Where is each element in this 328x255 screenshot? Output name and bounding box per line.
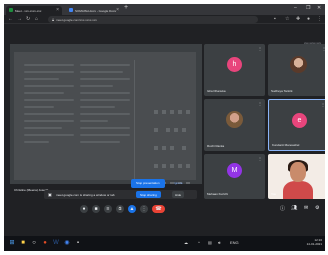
file-explorer-icon[interactable]: ■ [19,239,27,247]
browser-tab-bar: Meet - xxx-xxxx-xxx × SOMAISH.docx - Goo… [4,4,325,15]
people-icon[interactable]: 👥︎ [291,205,297,211]
document-table [152,102,196,184]
camera-feed [290,162,306,182]
participant-tile[interactable]: ⋮ M Mehaan Kurtchi [204,154,265,199]
windows-taskbar: ⊞ ■ ○ ● W ◉ ▪ ☁︎ ^ ▤ 🔊︎ ENG 12:16 14-01-… [4,236,325,251]
sharing-message: meet.google.com is sharing a window or t… [56,193,115,197]
tab-docs[interactable]: SOMAISH.docx - Google Docs × [66,6,122,15]
language-indicator[interactable]: ENG [230,240,239,245]
participant-name: Mehaan Kurtchi [207,192,229,196]
stop-presentation-button[interactable]: Stop presentation [131,179,165,188]
participant-name: Ruchi Ranka [207,144,225,148]
avatar: e [292,113,307,128]
mic-icon[interactable]: ● [80,205,88,213]
chat-icon[interactable]: ✉︎ [304,205,308,211]
presentation-view [10,44,202,184]
close-window-button[interactable]: ✕ [317,5,321,11]
camera-indicator-icon[interactable]: ▪ [274,16,276,22]
volume-icon[interactable]: 🔊︎ [218,240,221,245]
document-column [80,64,130,174]
back-icon[interactable]: ← [8,16,13,22]
bookmark-star-icon[interactable]: ☆ [285,16,289,22]
shared-document [14,52,196,184]
captions-icon[interactable]: ≡ [104,205,112,213]
lock-icon: 🔒︎ [52,17,55,22]
share-screen-icon: ▣ [48,192,52,197]
meet-favicon-icon [9,8,13,12]
more-options-icon[interactable]: ⋮ [258,156,262,161]
more-options-icon[interactable]: ⋮ [322,46,325,51]
start-icon[interactable]: ⊞ [8,239,16,247]
ignore-button[interactable]: Ignore [174,181,183,185]
app-icon[interactable]: ● [41,239,49,247]
app-icon[interactable]: ▪ [74,239,82,247]
avatar [290,56,307,73]
page-divider [134,60,135,184]
reload-icon[interactable]: ↻ [26,16,30,22]
participant-name: Kundanti Manoashel [272,143,300,147]
extensions-icon[interactable]: ✚ [296,16,300,22]
participant-tile[interactable]: ⋮ h Isha Dhanuka [204,44,265,96]
new-tab-button[interactable]: + [124,4,128,11]
home-icon[interactable]: ⌂ [35,16,38,22]
camera-icon[interactable]: ■ [92,205,100,213]
end-call-icon[interactable]: ☎︎ [152,205,165,213]
more-icon[interactable]: ⋮ [140,205,148,213]
participant-tile[interactable]: ⋮ e Kundanti Manoashel [268,99,325,151]
chrome-icon[interactable]: ◉ [63,239,71,247]
present-icon[interactable]: ▲ [128,205,136,213]
info-icon[interactable]: ⓘ [280,205,285,212]
close-tab-icon[interactable]: × [56,7,59,13]
taskbar-clock[interactable]: 12:16 14-01-2021 [307,238,322,246]
more-options-icon[interactable]: ⋮ [258,46,262,51]
screen: Meet - xxx-xxxx-xxx × SOMAISH.docx - Goo… [4,4,325,251]
tab-label: Meet - xxx-xxxx-xxx [15,9,42,13]
self-video-tile[interactable]: You [268,154,325,199]
participant-tile[interactable]: ⋮ Sudheya Tantrik [268,44,325,96]
forward-icon[interactable]: → [17,16,22,22]
address-bar-row: ← → ↻ ⌂ meet.google.com/xxx-xxxx-xxx 🔒︎ … [4,15,325,24]
sharing-bar: ▣ meet.google.com is sharing a window or… [44,190,197,199]
participant-name: Sudheya Tantrik [271,89,293,93]
participant-name: Isha Dhanuka [207,89,226,93]
network-icon[interactable]: ▤ [208,240,212,245]
avatar [226,111,243,128]
profile-icon[interactable]: ● [307,16,310,22]
maximize-button[interactable]: ❐ [306,5,310,11]
more-options-icon[interactable]: ⋮ [321,102,325,107]
avatar: M [227,163,242,178]
minimize-button[interactable]: – [294,5,297,11]
more-options-icon[interactable]: ⋮ [258,101,262,106]
docs-favicon-icon [69,8,73,12]
call-controls: ● ■ ≡ ✋︎ ▲ ⋮ ☎︎ ⓘ 👥︎ ✉︎ ⚙︎ [4,202,325,216]
url-field[interactable]: meet.google.com/xxx-xxxx-xxx [48,16,258,23]
clock-date: 14-01-2021 [306,242,322,246]
document-column [24,64,74,174]
activities-icon[interactable]: ⚙︎ [315,205,319,211]
tab-label: SOMAISH.docx - Google Docs [75,9,117,13]
stop-sharing-button[interactable]: Stop sharing [136,191,161,198]
participant-tile[interactable]: ⋮ Ruchi Ranka [204,99,265,151]
avatar: h [227,57,242,72]
menu-icon[interactable]: ⋮ [317,16,322,22]
search-icon[interactable]: ○ [30,239,38,247]
tray-chevron-icon[interactable]: ^ [198,240,200,245]
url-text: meet.google.com/xxx-xxxx-xxx [56,18,97,22]
hide-button[interactable]: Hide [172,191,185,198]
word-icon[interactable]: W [52,239,60,247]
camera-feed [283,181,313,199]
meet-header: xxx-xxxx-xxx [4,24,325,45]
weather-icon[interactable]: ☁︎ [184,240,188,245]
tab-meet[interactable]: Meet - xxx-xxxx-xxx × [6,6,62,15]
hand-icon[interactable]: ✋︎ [116,205,124,213]
participant-name: You [271,192,277,196]
close-tab-icon[interactable]: × [116,7,119,13]
